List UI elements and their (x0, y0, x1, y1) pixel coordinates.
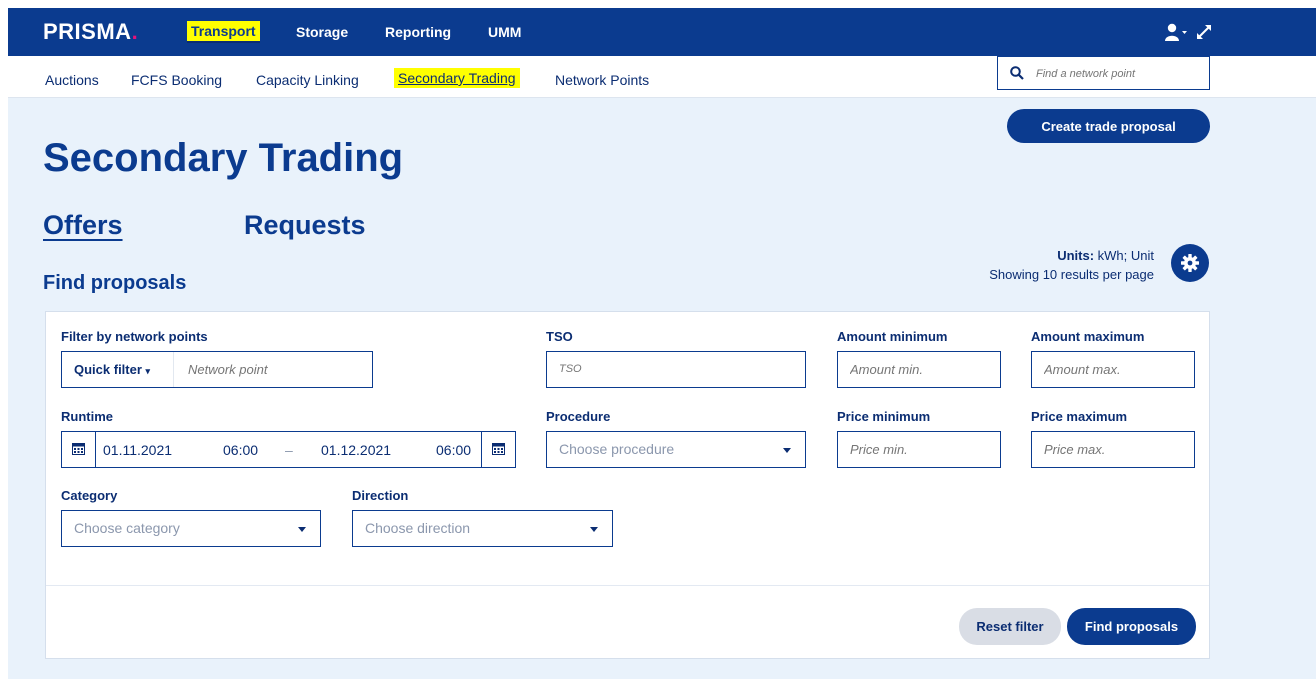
amount-max-label: Amount maximum (1031, 329, 1145, 344)
tab-requests[interactable]: Requests (244, 210, 366, 241)
subnav-fcfs-booking[interactable]: FCFS Booking (131, 72, 222, 88)
subnav-auctions[interactable]: Auctions (45, 72, 99, 88)
runtime-end-time[interactable]: 06:00 (436, 442, 471, 458)
topnav-umm[interactable]: UMM (488, 24, 521, 40)
amount-max-field[interactable] (1031, 351, 1195, 388)
procedure-label: Procedure (546, 409, 611, 424)
amount-min-field[interactable] (837, 351, 1001, 388)
main-content: Create trade proposal Secondary Trading … (8, 98, 1316, 679)
network-points-label: Filter by network points (61, 329, 208, 344)
tso-field[interactable] (546, 351, 806, 388)
subnav-network-points[interactable]: Network Points (555, 72, 649, 88)
topnav-transport[interactable]: Transport (187, 21, 260, 43)
procedure-select-value: Choose procedure (559, 441, 675, 457)
secondary-navigation: Auctions FCFS Booking Capacity Linking S… (8, 56, 1316, 98)
find-proposals-button[interactable]: Find proposals (1067, 608, 1196, 645)
prisma-logo[interactable]: PRISMA. (43, 19, 138, 45)
search-input[interactable] (1036, 64, 1201, 84)
user-menu-icon[interactable] (1165, 23, 1187, 41)
chevron-down-icon (783, 448, 791, 453)
runtime-start-time[interactable]: 06:00 (223, 442, 258, 458)
network-point-input[interactable] (188, 362, 358, 377)
chevron-down-icon (590, 527, 598, 532)
top-navigation-bar: PRISMA. Transport Storage Reporting UMM (8, 8, 1316, 56)
end-calendar-button[interactable] (481, 432, 515, 467)
category-label: Category (61, 488, 118, 503)
price-max-label: Price maximum (1031, 409, 1128, 424)
tso-label: TSO (546, 329, 573, 344)
card-divider (46, 585, 1209, 586)
quick-filter-dropdown[interactable]: Quick filter ▾ (62, 352, 174, 387)
category-select-value: Choose category (74, 520, 180, 536)
runtime-separator: – (285, 442, 293, 458)
runtime-range-field: 01.11.2021 06:00 – 01.12.2021 06:00 (61, 431, 516, 468)
reset-filter-button[interactable]: Reset filter (959, 608, 1061, 645)
units-info: Units: kWh; Unit Showing 10 results per … (989, 248, 1154, 282)
price-min-input[interactable] (850, 442, 970, 457)
create-trade-proposal-button[interactable]: Create trade proposal (1007, 109, 1210, 143)
direction-label: Direction (352, 488, 409, 503)
amount-min-input[interactable] (850, 362, 970, 377)
price-max-input[interactable] (1044, 442, 1164, 457)
search-icon (1010, 66, 1024, 80)
subnav-capacity-linking[interactable]: Capacity Linking (256, 72, 359, 88)
runtime-start-date[interactable]: 01.11.2021 (103, 442, 172, 458)
find-proposals-heading: Find proposals (43, 272, 187, 294)
price-max-field[interactable] (1031, 431, 1195, 468)
calendar-icon (492, 443, 505, 455)
subnav-secondary-trading[interactable]: Secondary Trading (394, 68, 520, 88)
price-min-field[interactable] (837, 431, 1001, 468)
calendar-icon (72, 443, 85, 455)
network-point-search[interactable] (997, 56, 1210, 90)
amount-min-label: Amount minimum (837, 329, 948, 344)
chevron-down-icon (298, 527, 306, 532)
filter-card: Filter by network points TSO Amount mini… (45, 311, 1210, 659)
tso-input[interactable] (559, 363, 789, 375)
tab-offers[interactable]: Offers (43, 210, 123, 241)
expand-icon[interactable] (1196, 24, 1212, 40)
runtime-label: Runtime (61, 409, 113, 424)
results-per-page-text: Showing 10 results per page (989, 267, 1154, 282)
settings-button[interactable] (1171, 244, 1209, 282)
procedure-select[interactable]: Choose procedure (546, 431, 806, 468)
direction-select-value: Choose direction (365, 520, 471, 536)
topnav-reporting[interactable]: Reporting (385, 24, 451, 40)
category-select[interactable]: Choose category (61, 510, 321, 547)
amount-max-input[interactable] (1044, 362, 1164, 377)
runtime-end-date[interactable]: 01.12.2021 (321, 442, 391, 458)
page-title: Secondary Trading (43, 136, 404, 180)
price-min-label: Price minimum (837, 409, 931, 424)
start-calendar-button[interactable] (62, 432, 96, 467)
caret-down-icon: ▾ (145, 366, 151, 376)
network-point-filter: Quick filter ▾ (61, 351, 373, 388)
topnav-storage[interactable]: Storage (296, 24, 348, 40)
direction-select[interactable]: Choose direction (352, 510, 613, 547)
gear-icon (1181, 254, 1199, 272)
